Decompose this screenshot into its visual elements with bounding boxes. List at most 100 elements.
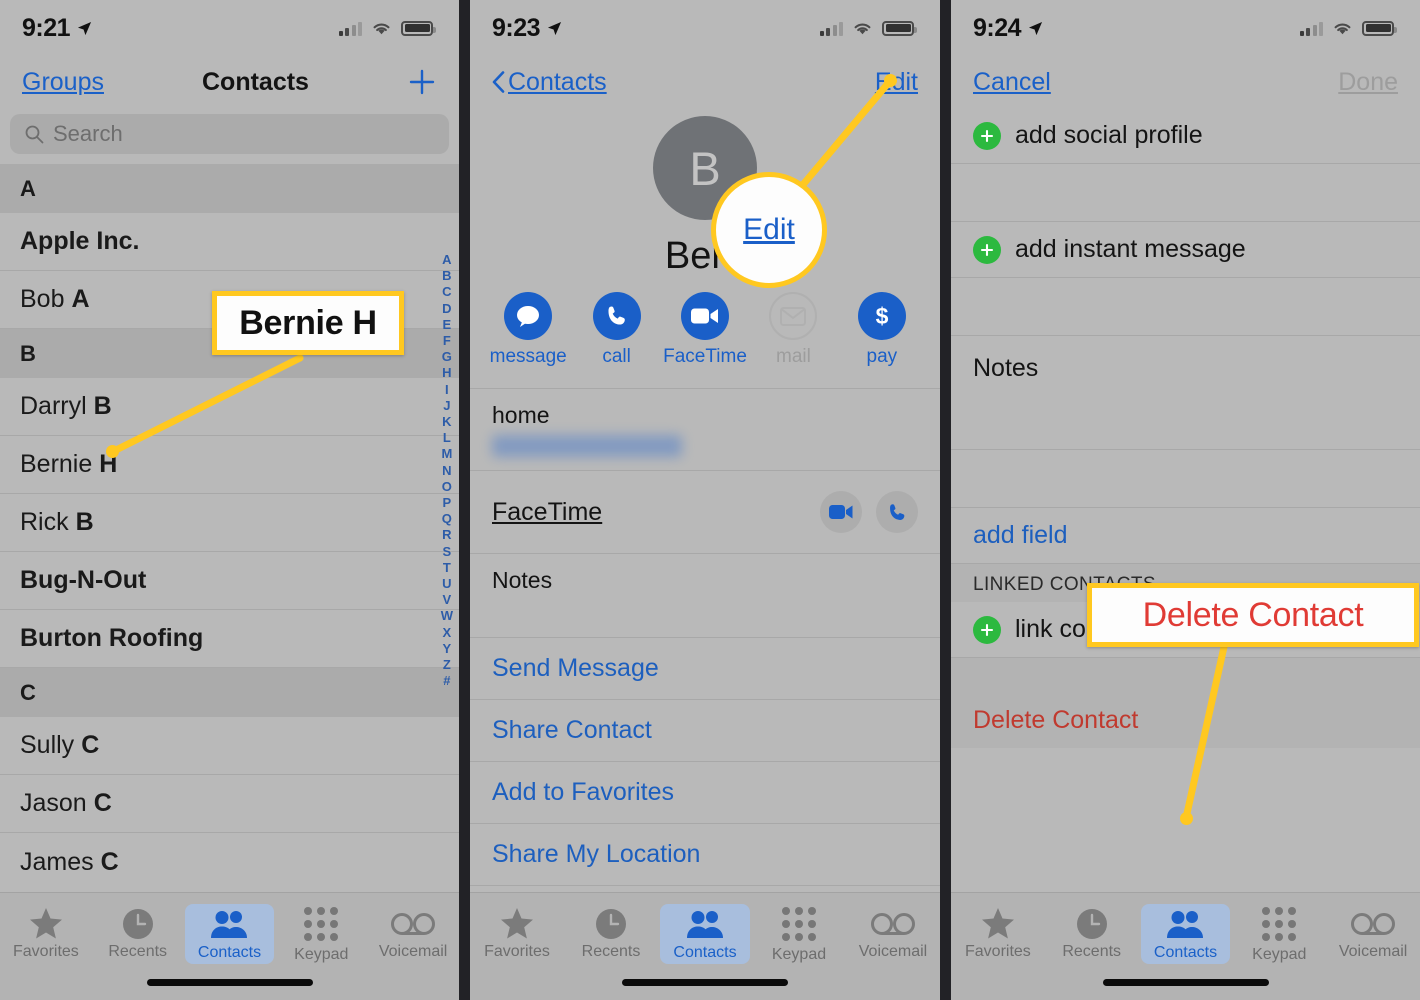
callout-text: Delete Contact [1142, 595, 1364, 634]
empty-field-row[interactable] [951, 278, 1420, 336]
plus-icon[interactable] [407, 67, 437, 97]
tab-keypad[interactable]: Keypad [752, 901, 846, 964]
action-message[interactable]: message [484, 292, 572, 368]
contacts-list[interactable]: A Apple Inc. Bob A B Darryl B Bernie H Rick B Bug-N… [0, 164, 459, 891]
alphabet-index-letter[interactable]: L [443, 430, 451, 446]
alphabet-index-letter[interactable]: G [442, 349, 452, 365]
alphabet-index-letter[interactable]: F [443, 333, 451, 349]
action-call[interactable]: call [572, 292, 660, 368]
alphabet-index-letter[interactable]: K [442, 414, 451, 430]
action-pay[interactable]: $ pay [838, 292, 926, 368]
contact-action-links: Send Message Share Contact Add to Favorite… [470, 638, 940, 886]
contact-row[interactable]: Bernie H [0, 436, 459, 494]
page-title: Contacts [202, 67, 309, 96]
alphabet-index[interactable]: A B C D E F G H I J K L M N O P Q R S T U V W X Y Z # [441, 252, 453, 689]
alphabet-index-letter[interactable]: P [443, 495, 452, 511]
alphabet-index-letter[interactable]: E [443, 317, 452, 333]
back-to-contacts-button[interactable]: Contacts [492, 68, 607, 97]
contact-row[interactable]: Burton Roofing [0, 610, 459, 668]
plus-circle-green-icon [973, 615, 1001, 644]
contact-last-name: C [81, 731, 100, 759]
keypad-dots-icon [781, 905, 816, 943]
tab-favorites[interactable]: Favorites [470, 903, 564, 961]
alphabet-index-letter[interactable]: W [441, 608, 453, 624]
contact-row[interactable]: Apple Inc. [0, 213, 459, 271]
tab-keypad[interactable]: Keypad [275, 901, 367, 964]
contact-row[interactable]: Darryl B [0, 378, 459, 436]
alphabet-index-letter[interactable]: Q [442, 511, 452, 527]
alphabet-index-letter[interactable]: I [445, 382, 449, 398]
tab-content: Recents [108, 907, 167, 961]
empty-field-row[interactable] [951, 450, 1420, 508]
contact-row[interactable]: Sully C [0, 717, 459, 775]
alphabet-index-letter[interactable]: A [442, 252, 451, 268]
alphabet-index-letter[interactable]: M [441, 446, 452, 462]
done-button[interactable]: Done [1338, 68, 1398, 97]
facetime-buttons [820, 491, 918, 533]
notes-field-row[interactable]: Notes [951, 336, 1420, 450]
cancel-button[interactable]: Cancel [973, 68, 1051, 97]
status-icons [819, 20, 917, 36]
alphabet-index-letter[interactable]: V [443, 592, 452, 608]
tab-contacts[interactable]: Contacts [1139, 900, 1233, 964]
tab-content: Favorites [484, 907, 550, 961]
facetime-audio-button[interactable] [876, 491, 918, 533]
alphabet-index-letter[interactable]: B [442, 268, 451, 284]
empty-field-row[interactable] [951, 164, 1420, 222]
tab-content: Favorites [13, 907, 79, 961]
contact-link-add-to-favorites[interactable]: Add to Favorites [470, 762, 940, 824]
alphabet-index-letter[interactable]: R [442, 527, 451, 543]
alphabet-index-letter[interactable]: # [443, 673, 450, 689]
tab-favorites[interactable]: Favorites [951, 903, 1045, 961]
alphabet-index-letter[interactable]: J [443, 398, 450, 414]
panel-divider [459, 0, 470, 1000]
tab-recents[interactable]: Recents [564, 903, 658, 961]
tab-contacts[interactable]: Contacts [658, 900, 752, 964]
contact-link-send-message[interactable]: Send Message [470, 638, 940, 700]
groups-button[interactable]: Groups [22, 68, 104, 97]
contact-row[interactable]: Rick B [0, 494, 459, 552]
row-add-instant-message[interactable]: add instant message [951, 222, 1420, 278]
field-home-phone[interactable]: home [470, 389, 940, 471]
alphabet-index-letter[interactable]: Y [443, 641, 452, 657]
alphabet-index-letter[interactable]: X [443, 625, 452, 641]
back-label: Contacts [508, 67, 607, 96]
facetime-label: FaceTime [492, 497, 603, 526]
wifi-icon [373, 22, 390, 34]
delete-contact-row[interactable]: Delete Contact [951, 692, 1420, 748]
alphabet-index-letter[interactable]: N [442, 463, 451, 479]
tab-contacts[interactable]: Contacts [184, 900, 276, 964]
tab-recents[interactable]: Recents [92, 903, 184, 961]
action-facetime[interactable]: FaceTime [661, 292, 749, 368]
contact-row[interactable]: Bug-N-Out [0, 552, 459, 610]
clock-icon [122, 907, 154, 940]
tab-voicemail[interactable]: Voicemail [846, 903, 940, 961]
tab-keypad[interactable]: Keypad [1232, 901, 1326, 964]
alphabet-index-letter[interactable]: C [442, 284, 451, 300]
add-field-row[interactable]: add field [951, 508, 1420, 564]
tab-label: Voicemail [858, 943, 928, 960]
alphabet-index-letter[interactable]: D [442, 301, 451, 317]
field-facetime[interactable]: FaceTime [470, 471, 940, 554]
contact-link-share-my-location[interactable]: Share My Location [470, 824, 940, 886]
alphabet-index-letter[interactable]: H [442, 365, 451, 381]
facetime-video-button[interactable] [820, 491, 862, 533]
contact-first-name: Rick [20, 508, 69, 536]
contact-link-share-contact[interactable]: Share Contact [470, 700, 940, 762]
tab-recents[interactable]: Recents [1045, 903, 1139, 961]
tab-favorites[interactable]: Favorites [0, 903, 92, 961]
alphabet-index-letter[interactable]: T [443, 560, 451, 576]
contact-row[interactable]: Jason C [0, 775, 459, 833]
tab-voicemail[interactable]: Voicemail [1326, 903, 1420, 961]
tab-label: Contacts [197, 944, 262, 961]
alphabet-index-letter[interactable]: Z [443, 657, 451, 673]
alphabet-index-letter[interactable]: U [442, 576, 451, 592]
contact-row[interactable]: James C [0, 833, 459, 891]
search-input[interactable]: Search [10, 114, 449, 154]
tab-label: Keypad [294, 945, 349, 963]
tab-voicemail[interactable]: Voicemail [367, 903, 459, 961]
alphabet-index-letter[interactable]: O [442, 479, 452, 495]
alphabet-index-letter[interactable]: S [443, 544, 452, 560]
field-notes[interactable]: Notes [470, 554, 940, 638]
row-add-social-profile[interactable]: add social profile [951, 108, 1420, 164]
